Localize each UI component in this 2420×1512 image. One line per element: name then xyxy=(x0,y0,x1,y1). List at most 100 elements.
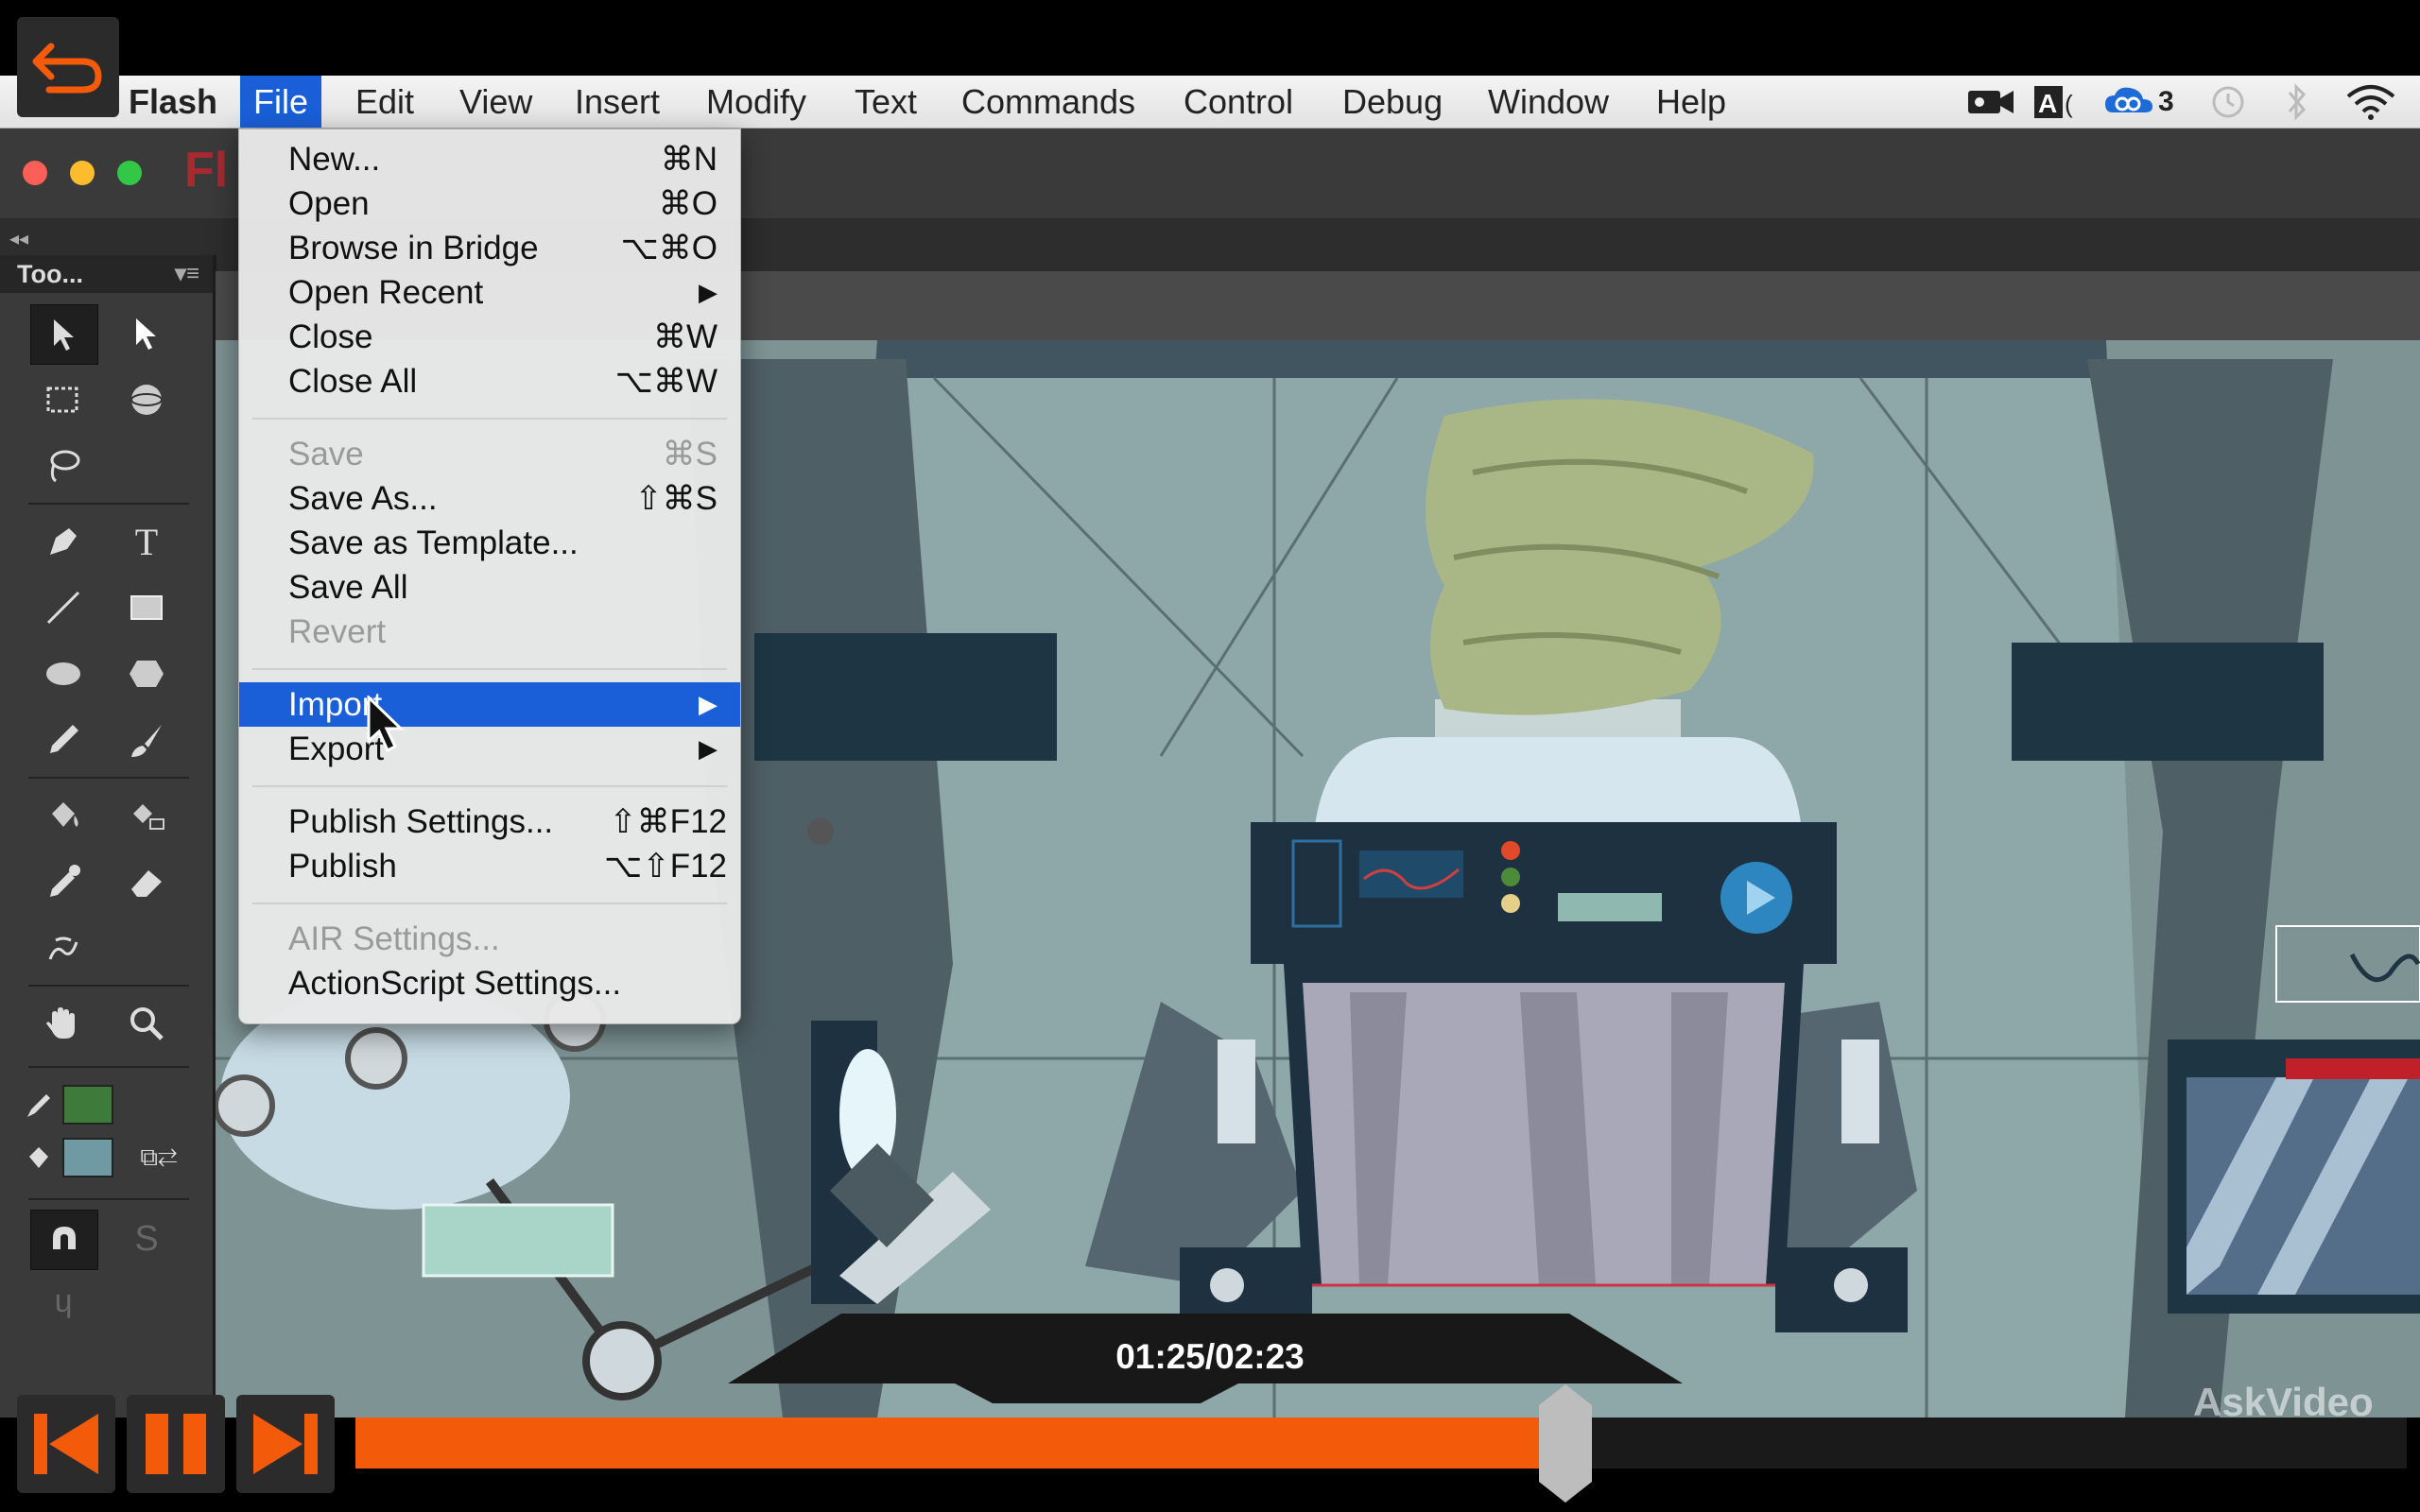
pen-tool-icon[interactable] xyxy=(30,512,96,571)
file-menu-dropdown: New... ⌘N Open ⌘O Browse in Bridge ⌥⌘O Open… xyxy=(238,129,741,1024)
stroke-color-swatch[interactable] xyxy=(62,1085,113,1125)
menu-item-label: Browse in Bridge xyxy=(288,230,539,266)
menu-item-new[interactable]: New... ⌘N xyxy=(239,137,740,181)
menu-help[interactable]: Help xyxy=(1643,76,1739,128)
fill-color-swatch[interactable] xyxy=(62,1138,113,1177)
menu-item-save: Save ⌘S xyxy=(239,432,740,476)
skip-previous-icon xyxy=(34,1414,98,1474)
svg-text:(: ( xyxy=(2065,90,2073,118)
menu-view[interactable]: View xyxy=(446,76,545,128)
text-tool-icon[interactable]: T xyxy=(113,512,180,571)
smooth-icon[interactable]: S xyxy=(113,1210,180,1268)
menu-item-label: Publish Settings... xyxy=(288,803,554,840)
oval-tool-icon[interactable] xyxy=(30,644,96,703)
menu-item-close-all[interactable]: Close All ⌥⌘W xyxy=(239,359,740,404)
progress-track[interactable] xyxy=(355,1418,2407,1469)
menu-item-actionscript-settings[interactable]: ActionScript Settings... xyxy=(239,961,740,1005)
menu-item-save-as[interactable]: Save As... ⇧⌘S xyxy=(239,476,740,521)
line-tool-icon[interactable] xyxy=(30,578,96,637)
next-button[interactable] xyxy=(236,1395,335,1493)
lasso-tool-icon[interactable] xyxy=(30,437,96,495)
menu-item-export[interactable]: Export ▶ xyxy=(239,727,740,771)
submenu-arrow-icon: ▶ xyxy=(699,278,717,306)
subselection-tool-icon[interactable] xyxy=(113,304,180,363)
pencil-tool-icon[interactable] xyxy=(30,711,96,769)
snap-to-objects-icon[interactable] xyxy=(30,1210,98,1270)
progress-fill xyxy=(355,1418,1565,1469)
eraser-tool-icon[interactable] xyxy=(113,852,180,911)
menu-debug[interactable]: Debug xyxy=(1329,76,1456,128)
brush-tool-icon[interactable] xyxy=(113,711,180,769)
menu-item-label: Open xyxy=(288,185,370,222)
menu-item-label: Save All xyxy=(288,569,408,606)
menu-insert[interactable]: Insert xyxy=(562,76,673,128)
menu-item-label: Save as Template... xyxy=(288,524,579,561)
straighten-icon[interactable]: ɥ xyxy=(30,1272,96,1331)
menu-item-open-recent[interactable]: Open Recent ▶ xyxy=(239,270,740,315)
creative-cloud-icon[interactable]: 3 xyxy=(2103,83,2174,121)
free-transform-tool-icon[interactable] xyxy=(30,370,96,429)
menu-text[interactable]: Text xyxy=(841,76,930,128)
window-minimize-button[interactable] xyxy=(70,161,95,185)
menu-control[interactable]: Control xyxy=(1170,76,1306,128)
collapse-panel-icon[interactable]: ◂◂ xyxy=(9,227,28,250)
menu-window[interactable]: Window xyxy=(1475,76,1622,128)
menu-separator xyxy=(252,902,727,904)
menu-item-import[interactable]: Import ▶ xyxy=(239,682,740,727)
menu-app-flash[interactable]: Flash xyxy=(115,76,231,128)
menu-item-publish-settings[interactable]: Publish Settings... ⇧⌘F12 xyxy=(239,799,740,844)
menu-modify[interactable]: Modify xyxy=(693,76,820,128)
eyedropper-tool-icon[interactable] xyxy=(30,852,96,911)
player-top-bar xyxy=(0,0,2420,76)
tools-divider xyxy=(28,985,189,987)
menu-edit[interactable]: Edit xyxy=(342,76,427,128)
menu-item-shortcut: ⌥⇧F12 xyxy=(604,848,727,885)
deco-tool-icon[interactable] xyxy=(30,919,96,977)
menu-item-publish[interactable]: Publish ⌥⇧F12 xyxy=(239,844,740,888)
bluetooth-icon[interactable] xyxy=(2283,83,2311,121)
menu-commands[interactable]: Commands xyxy=(948,76,1149,128)
menu-item-label: Save As... xyxy=(288,480,438,517)
stroke-color-icon xyxy=(21,1075,59,1134)
menu-item-label: New... xyxy=(288,141,381,178)
tools-divider xyxy=(28,503,189,505)
zoom-tool-icon[interactable] xyxy=(113,994,180,1053)
rectangle-tool-icon[interactable] xyxy=(113,578,180,637)
menu-item-close[interactable]: Close ⌘W xyxy=(239,315,740,359)
selection-tool-icon[interactable] xyxy=(30,304,98,365)
menu-item-shortcut: ⌘O xyxy=(658,185,717,222)
tools-divider xyxy=(28,1198,189,1200)
ink-bottle-tool-icon[interactable] xyxy=(113,786,180,845)
pause-button[interactable] xyxy=(127,1395,225,1493)
menu-item-save-all[interactable]: Save All xyxy=(239,565,740,610)
menu-separator xyxy=(252,668,727,670)
mouse-cursor-icon xyxy=(365,694,412,761)
previous-button[interactable] xyxy=(17,1395,115,1493)
scrub-handle[interactable] xyxy=(1539,1384,1592,1503)
window-zoom-button[interactable] xyxy=(117,161,142,185)
window-close-button[interactable] xyxy=(23,161,47,185)
menu-item-revert: Revert xyxy=(239,610,740,654)
hand-tool-icon[interactable] xyxy=(30,994,96,1053)
menu-item-shortcut: ⌘N xyxy=(660,141,717,178)
back-button[interactable] xyxy=(17,17,119,117)
swap-colors-icon[interactable]: ⧉⇄ xyxy=(121,1128,197,1187)
submenu-arrow-icon: ▶ xyxy=(699,690,717,718)
menu-item-save-as-template[interactable]: Save as Template... xyxy=(239,521,740,565)
menu-file[interactable]: File xyxy=(240,76,322,128)
menu-item-open[interactable]: Open ⌘O xyxy=(239,181,740,226)
menu-item-shortcut: ⇧⌘S xyxy=(634,480,717,517)
menu-separator xyxy=(252,785,727,787)
menu-item-browse-in-bridge[interactable]: Browse in Bridge ⌥⌘O xyxy=(239,226,740,270)
adobe-fonts-icon[interactable]: A( xyxy=(2032,83,2080,121)
3d-rotation-tool-icon[interactable] xyxy=(113,370,180,429)
submenu-arrow-icon: ▶ xyxy=(699,734,717,763)
flash-logo-partial: Fl xyxy=(184,143,229,198)
polystar-tool-icon[interactable] xyxy=(113,644,180,703)
time-machine-icon[interactable] xyxy=(2207,83,2249,121)
wifi-icon[interactable] xyxy=(2344,83,2397,121)
panel-menu-icon[interactable]: ▾≡ xyxy=(175,255,199,293)
tools-panel-header: Too... ▾≡ xyxy=(0,255,213,293)
camera-icon[interactable] xyxy=(1966,83,2015,121)
paint-bucket-tool-icon[interactable] xyxy=(30,786,96,845)
